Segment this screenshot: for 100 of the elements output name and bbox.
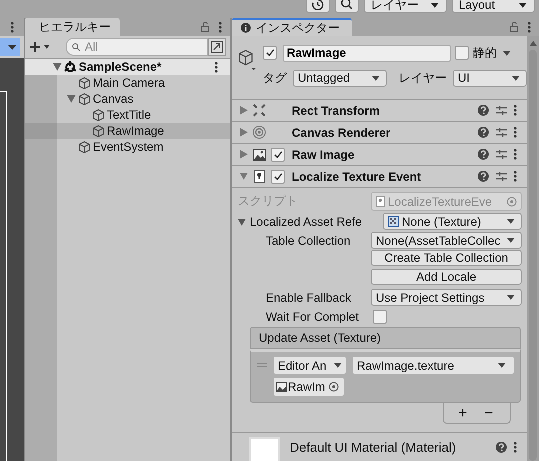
scene-search-button[interactable]: [208, 38, 226, 56]
foldout-arrow-icon[interactable]: [240, 128, 248, 137]
function-dropdown[interactable]: RawImage.texture: [353, 357, 514, 374]
field-label: Wait For Complet: [266, 310, 360, 324]
script-icon: [253, 170, 266, 183]
image-icon: [253, 148, 266, 160]
mode-dropdown[interactable]: Editor An: [274, 357, 346, 374]
sliders-icon[interactable]: [496, 171, 507, 182]
asset-dropdown[interactable]: None (Texture): [383, 213, 522, 230]
field-label: スクリプト: [238, 193, 299, 210]
active-checkbox[interactable]: [263, 46, 277, 60]
caret-icon: [512, 76, 520, 80]
caret-icon: [519, 3, 527, 8]
name-field[interactable]: RawImage: [283, 44, 451, 62]
component-title: Localize Texture Event: [292, 170, 422, 184]
tag-dropdown[interactable]: Untagged: [293, 70, 387, 86]
search-button[interactable]: [335, 0, 359, 13]
more-icon[interactable]: [514, 442, 517, 452]
caret-icon: [372, 76, 380, 80]
inspector-tab[interactable]: インスペクター: [232, 18, 352, 36]
help-icon[interactable]: [478, 105, 489, 116]
window-icon: [211, 41, 223, 53]
more-icon[interactable]: [219, 22, 222, 32]
list-button[interactable]: +: [456, 405, 470, 422]
drag-handle-icon[interactable]: [257, 363, 267, 368]
search-icon: [341, 0, 353, 10]
more-icon[interactable]: [514, 127, 517, 138]
help-icon[interactable]: [496, 442, 507, 452]
layer-label: レイヤー: [399, 70, 447, 86]
rect-transform-icon: [253, 104, 266, 117]
caret-icon: [507, 238, 515, 243]
tree-item[interactable]: SampleScene*: [25, 59, 230, 75]
action-button[interactable]: Add Locale: [371, 269, 522, 285]
more-icon[interactable]: [514, 149, 517, 160]
caret-icon: [8, 44, 17, 50]
caret-icon: [498, 363, 506, 368]
foldout-arrow-icon[interactable]: [238, 218, 246, 226]
toolbar-dropdown[interactable]: レイヤー: [364, 0, 447, 13]
target-icon: [253, 126, 266, 139]
cube-icon: [92, 108, 105, 122]
layer-dropdown[interactable]: UI: [453, 70, 527, 86]
component-title: Rect Transform: [292, 104, 380, 118]
tag-label: タグ: [263, 70, 287, 86]
more-icon[interactable]: [528, 22, 531, 32]
lock-icon[interactable]: [201, 22, 210, 32]
sliders-icon[interactable]: [496, 105, 507, 116]
dropdown[interactable]: None(AssetTableCollec: [371, 232, 522, 249]
search-icon: [72, 43, 81, 52]
dropdown[interactable]: Use Project Settings: [371, 289, 522, 306]
plus-icon: [29, 41, 51, 53]
lock-icon[interactable]: [510, 22, 519, 32]
toolbar-dropdown[interactable]: Layout: [452, 0, 535, 13]
cube-icon: [78, 76, 91, 90]
sliders-icon[interactable]: [496, 149, 507, 160]
info-icon: [241, 23, 251, 33]
tree-item[interactable]: RawImage: [25, 123, 230, 139]
checkbox[interactable]: [373, 310, 387, 324]
more-icon[interactable]: [514, 171, 517, 182]
field-label: Table Collection: [266, 234, 352, 248]
cube-icon: [78, 140, 91, 154]
help-icon[interactable]: [478, 149, 489, 160]
foldout-arrow-icon[interactable]: [240, 150, 248, 159]
history-button[interactable]: [306, 0, 330, 13]
more-icon[interactable]: [215, 62, 218, 72]
foldout-arrow-icon[interactable]: [240, 172, 248, 181]
history-icon: [312, 0, 324, 10]
foldout-arrow-icon[interactable]: [67, 95, 76, 103]
caret-icon: [507, 219, 515, 224]
help-icon[interactable]: [478, 127, 489, 138]
action-button[interactable]: Create Table Collection: [371, 250, 522, 266]
field-label: Enable Fallback: [266, 290, 352, 304]
field-label: Localized Asset Refe: [250, 214, 364, 228]
enabled-checkbox[interactable]: [271, 170, 285, 184]
hierarchy-tab[interactable]: ヒエラルキー: [25, 18, 120, 36]
dropdown-button[interactable]: [0, 38, 20, 56]
sliders-icon[interactable]: [496, 127, 507, 138]
object-picker-icon[interactable]: [329, 382, 340, 392]
caret-icon[interactable]: [503, 50, 511, 56]
caret-icon: [334, 363, 342, 368]
static-label: 静的: [473, 44, 497, 62]
cube-icon: [78, 92, 91, 106]
checkmark-icon: [274, 172, 282, 180]
material-preview: [249, 437, 280, 461]
caret-icon: [431, 3, 439, 8]
help-icon[interactable]: [478, 171, 489, 182]
list-button[interactable]: −: [482, 405, 496, 422]
material-header[interactable]: Default UI Material (Material): [232, 432, 527, 461]
static-checkbox[interactable]: [455, 46, 469, 60]
checkmark-icon: [266, 49, 274, 57]
image-icon: [276, 382, 287, 392]
component-title: Raw Image: [292, 148, 355, 162]
foldout-arrow-icon[interactable]: [53, 63, 62, 71]
enabled-checkbox[interactable]: [271, 148, 285, 162]
more-icon[interactable]: [514, 105, 517, 116]
scroll-up-icon[interactable]: [530, 41, 536, 46]
foldout-arrow-icon[interactable]: [240, 106, 248, 115]
component-title: Canvas Renderer: [292, 126, 391, 140]
object-field[interactable]: RawIm: [274, 378, 344, 396]
more-icon[interactable]: [10, 22, 14, 32]
search-field[interactable]: All: [66, 38, 208, 56]
